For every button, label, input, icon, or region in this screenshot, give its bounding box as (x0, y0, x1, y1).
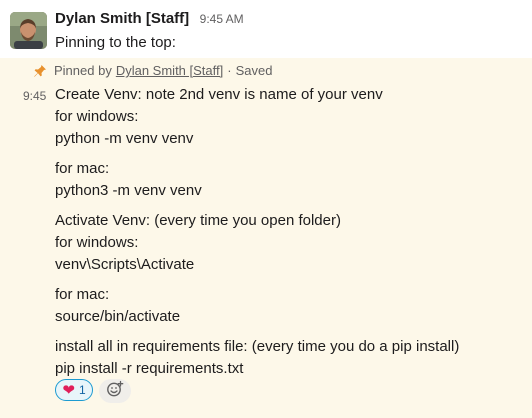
text-line: python -m venv venv (55, 130, 194, 147)
message-body: Create Venv: note 2nd venv is name of yo… (55, 84, 459, 380)
text-line: python3 -m venv venv (55, 182, 202, 199)
pinned-by-user-link[interactable]: Dylan Smith [Staff] (116, 63, 223, 78)
message-gutter-timestamp[interactable]: 9:45 (23, 89, 46, 103)
message-text: Pinning to the top: (55, 34, 176, 51)
avatar[interactable] (10, 12, 47, 49)
heart-reaction-button[interactable]: ❤ 1 (55, 379, 93, 401)
saved-label[interactable]: Saved (236, 63, 273, 78)
slack-thread: Dylan Smith [Staff] 9:45 AM Pinning to t… (0, 0, 532, 418)
text-line: for mac: (55, 160, 110, 177)
text-line: for mac: (55, 286, 110, 303)
text-line: Activate Venv: (every time you open fold… (55, 212, 341, 229)
pinned-indicator: Pinned by Dylan Smith [Staff] · Saved (34, 63, 272, 78)
add-reaction-icon (106, 380, 124, 403)
avatar-image (10, 12, 47, 49)
message-timestamp[interactable]: 9:45 AM (200, 12, 244, 26)
message-pinning-notice: Dylan Smith [Staff] 9:45 AM Pinning to t… (0, 0, 532, 58)
text-line: for windows: (55, 234, 139, 251)
message-header: Dylan Smith [Staff] 9:45 AM (55, 10, 244, 28)
add-reaction-button[interactable] (99, 379, 131, 403)
pinned-message: Pinned by Dylan Smith [Staff] · Saved 9:… (0, 58, 532, 418)
text-line: install all in requirements file: (every… (55, 338, 460, 355)
pin-icon (33, 64, 47, 78)
text-line: source/bin/activate (55, 308, 181, 325)
text-line: venv\Scripts\Activate (55, 256, 195, 273)
heart-emoji: ❤ (62, 381, 75, 399)
pinned-by-prefix: Pinned by (54, 63, 112, 78)
text-line: Create Venv: note 2nd venv is name of yo… (55, 86, 383, 103)
reaction-count: 1 (78, 383, 86, 397)
text-line: pip install -r requirements.txt (55, 360, 244, 377)
reactions-bar: ❤ 1 (55, 379, 131, 403)
pinned-separator: · (227, 63, 232, 78)
text-line: for windows: (55, 108, 139, 125)
sender-name[interactable]: Dylan Smith [Staff] (55, 10, 189, 27)
